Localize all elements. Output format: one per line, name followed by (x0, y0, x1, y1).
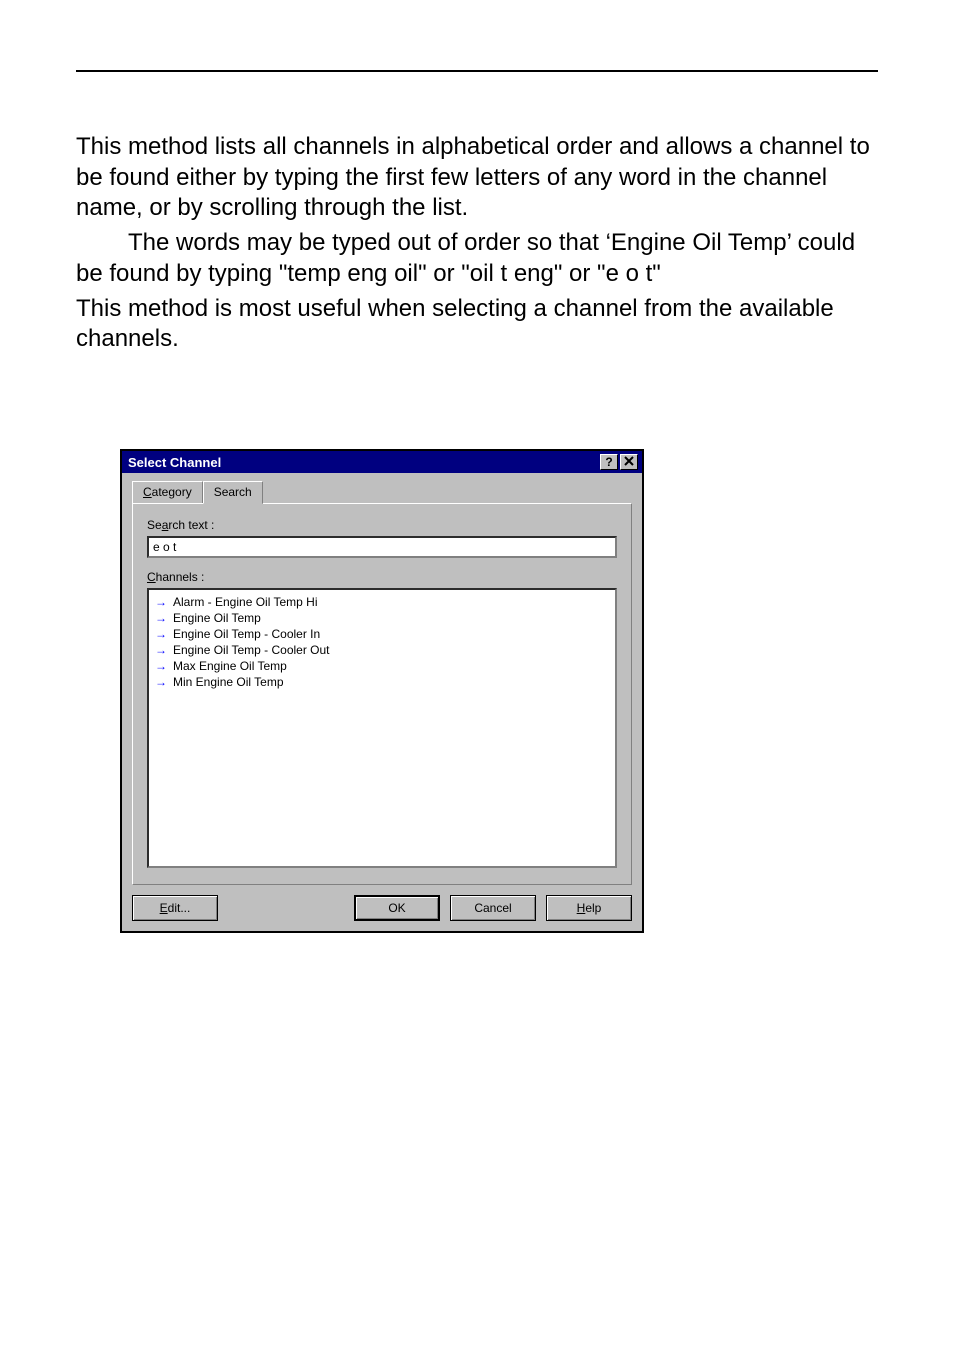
vertical-spacer (76, 359, 878, 449)
tab-strip: Category Search (132, 481, 632, 503)
dialog-title: Select Channel (128, 455, 600, 470)
dialog-titlebar: Select Channel ? (122, 451, 642, 473)
close-icon (624, 456, 634, 468)
select-channel-dialog: Select Channel ? Category Search (120, 449, 644, 933)
tab-search[interactable]: Search (203, 481, 263, 504)
tab-category-underline: C (143, 485, 152, 499)
arrow-right-icon: → (155, 676, 167, 688)
list-item[interactable]: → Engine Oil Temp (155, 610, 609, 626)
help-button[interactable]: ? (600, 454, 618, 470)
list-item-label: Engine Oil Temp - Cooler Out (173, 643, 330, 657)
list-item-label: Engine Oil Temp - Cooler In (173, 627, 320, 641)
help-button-bottom[interactable]: Help (546, 895, 632, 921)
arrow-right-icon: → (155, 660, 167, 672)
channels-label-ul: C (147, 570, 156, 584)
arrow-right-icon: → (155, 628, 167, 640)
search-label-post: rch text : (168, 518, 214, 532)
gap (147, 558, 617, 570)
channels-label-post: hannels : (156, 570, 205, 584)
list-item[interactable]: → Engine Oil Temp - Cooler Out (155, 642, 609, 658)
tab-search-label: Search (214, 485, 252, 499)
tab-category[interactable]: Category (132, 481, 203, 503)
search-input[interactable] (147, 536, 617, 558)
arrow-right-icon: → (155, 644, 167, 656)
paragraph-2: The words may be typed out of order so t… (76, 228, 878, 289)
list-item[interactable]: → Min Engine Oil Temp (155, 674, 609, 690)
dialog-body: Category Search Search text : Channels : (122, 473, 642, 931)
arrow-right-icon: → (155, 612, 167, 624)
ok-label: OK (388, 901, 405, 915)
titlebar-button-group: ? (600, 454, 638, 470)
list-item-label: Min Engine Oil Temp (173, 675, 284, 689)
cancel-label: Cancel (474, 901, 511, 915)
list-item[interactable]: → Engine Oil Temp - Cooler In (155, 626, 609, 642)
arrow-right-icon: → (155, 596, 167, 608)
channels-listbox[interactable]: → Alarm - Engine Oil Temp Hi → Engine Oi… (147, 588, 617, 868)
edit-post: dit... (168, 901, 191, 915)
edit-ul: E (160, 901, 168, 915)
body-text-block: This method lists all channels in alphab… (76, 132, 878, 355)
button-gap (228, 895, 344, 921)
paragraph-1: This method lists all channels in alphab… (76, 132, 878, 224)
document-page: This method lists all channels in alphab… (0, 0, 954, 1349)
close-button[interactable] (620, 454, 638, 470)
question-icon: ? (605, 456, 612, 468)
list-item-label: Engine Oil Temp (173, 611, 261, 625)
edit-button[interactable]: Edit... (132, 895, 218, 921)
dialog-button-row: Edit... OK Cancel Help (132, 895, 632, 921)
ok-button[interactable]: OK (354, 895, 440, 921)
list-item-label: Alarm - Engine Oil Temp Hi (173, 595, 318, 609)
search-text-label: Search text : (147, 518, 617, 532)
tab-panel-search: Search text : Channels : → Alarm - Engin… (132, 503, 632, 885)
tab-category-label: ategory (152, 485, 192, 499)
list-item-label: Max Engine Oil Temp (173, 659, 287, 673)
cancel-button[interactable]: Cancel (450, 895, 536, 921)
list-item[interactable]: → Alarm - Engine Oil Temp Hi (155, 594, 609, 610)
horizontal-rule (76, 70, 878, 72)
search-label-pre: Se (147, 518, 162, 532)
list-item[interactable]: → Max Engine Oil Temp (155, 658, 609, 674)
paragraph-3: This method is most useful when selectin… (76, 294, 878, 355)
channels-label: Channels : (147, 570, 617, 584)
help-post: elp (585, 901, 601, 915)
